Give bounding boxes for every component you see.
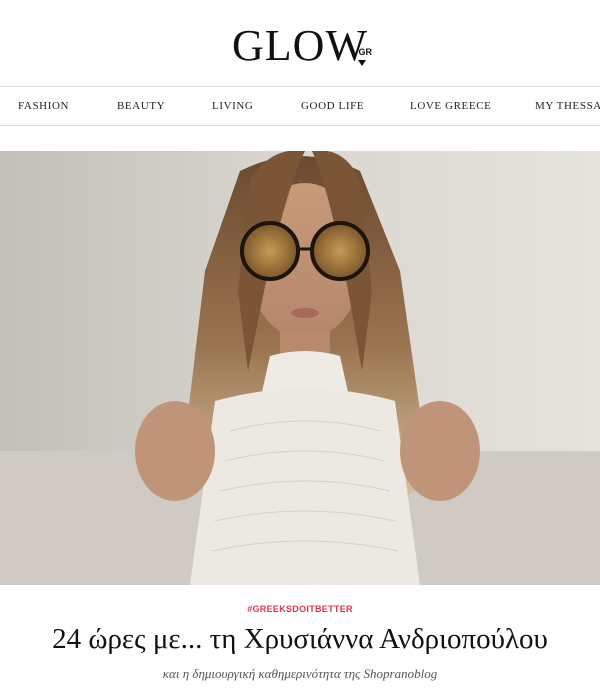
main-navigation: FASHION BEAUTY LIVING GOOD LIFE LOVE GRE… xyxy=(0,87,600,126)
nav-item-beauty[interactable]: BEAUTY xyxy=(117,100,165,112)
site-logo[interactable]: GLOW GR xyxy=(0,22,600,70)
hero-image[interactable] xyxy=(0,151,600,585)
article-tag[interactable]: #GREEKSDOITBETTER xyxy=(0,604,600,614)
nav-item-love-greece[interactable]: LOVE GREECE xyxy=(410,100,491,112)
hero-photo xyxy=(0,151,600,585)
article-subtitle: και η δημιουργική καθημερινότητα της Sho… xyxy=(162,666,438,681)
site-header: GLOW GR xyxy=(0,0,600,87)
nav-item-fashion[interactable]: FASHION xyxy=(18,100,69,112)
article-title[interactable]: 24 ώρες με... τη Χρυσιάννα Ανδριοπούλου xyxy=(0,621,600,657)
logo-triangle-icon xyxy=(357,60,366,66)
nav-item-my-thessaloniki[interactable]: MY THESSALONIKI xyxy=(535,100,600,112)
logo-wordmark: GLOW xyxy=(232,21,368,70)
logo-suffix: GR xyxy=(358,47,372,57)
nav-item-good-life[interactable]: GOOD LIFE xyxy=(301,100,364,112)
nav-item-living[interactable]: LIVING xyxy=(212,100,253,112)
